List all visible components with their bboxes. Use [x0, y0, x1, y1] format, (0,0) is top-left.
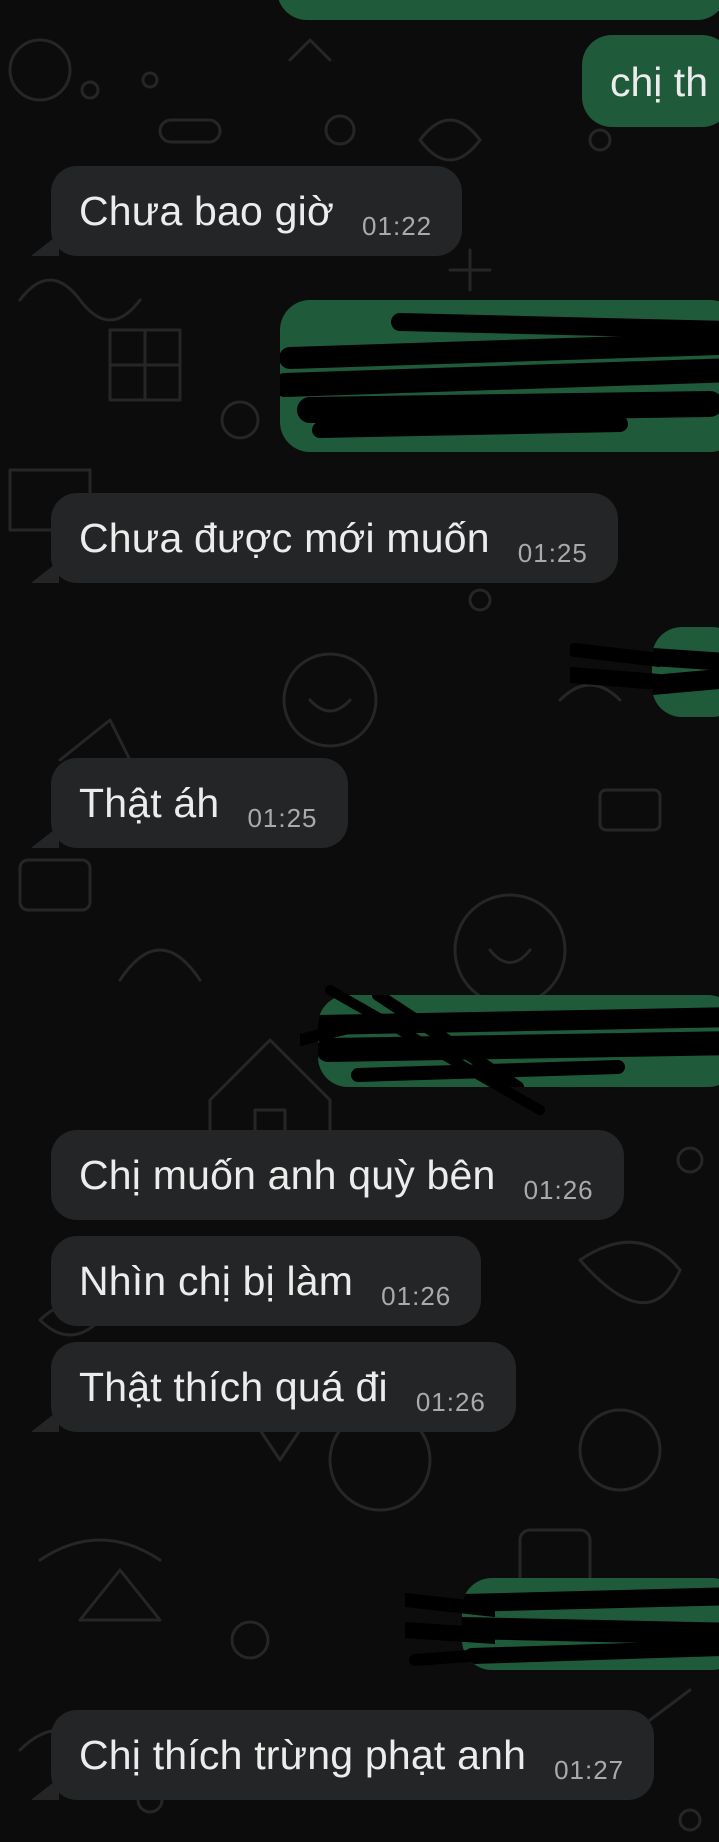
message-incoming[interactable]: Thật áh 01:25: [31, 758, 348, 848]
chat-wallpaper: [8, 38, 704, 1832]
message-incoming[interactable]: Nhìn chị bị làm 01:26: [51, 1236, 482, 1326]
message-text: Nhìn chị bị làm: [79, 1257, 354, 1304]
message-time: 01:22: [362, 210, 433, 241]
message-outgoing-partial[interactable]: [277, 0, 719, 20]
message-time: 01:26: [415, 1386, 486, 1417]
message-outgoing-redacted[interactable]: [652, 627, 719, 717]
message-text: Thật áh: [79, 779, 220, 826]
message-text: Chưa được mới muốn: [79, 514, 490, 561]
message-time: 01:26: [381, 1280, 452, 1311]
message-time: 01:25: [517, 537, 588, 568]
redaction-scribble: [300, 985, 545, 1115]
bubble-tail: [31, 234, 59, 256]
redaction-scribble: [405, 1593, 495, 1666]
redaction-scribble: [462, 1587, 719, 1664]
redaction-scribble: [570, 643, 660, 690]
bubble-tail: [31, 826, 59, 848]
bubble-tail: [31, 1778, 59, 1800]
message-incoming[interactable]: Chưa được mới muốn 01:25: [31, 493, 618, 583]
bubble-tail: [31, 1410, 59, 1432]
bubble-tail: [31, 561, 59, 583]
redaction-scribble: [652, 648, 719, 695]
message-outgoing-redacted[interactable]: [280, 300, 719, 452]
message-time: 01:27: [554, 1754, 625, 1785]
message-text: Thật thích quá đi: [79, 1363, 388, 1410]
message-text: Chị muốn anh quỳ bên: [79, 1151, 496, 1198]
message-incoming[interactable]: Chưa bao giờ 01:22: [31, 166, 463, 256]
message-incoming[interactable]: Chị thích trừng phạt anh 01:27: [31, 1710, 655, 1800]
message-text: Chị thích trừng phạt anh: [79, 1731, 527, 1778]
message-time: 01:26: [523, 1174, 594, 1205]
message-incoming[interactable]: Thật thích quá đi 01:26: [31, 1342, 516, 1432]
message-text: Chưa bao giờ: [79, 187, 335, 234]
message-text: chị th: [610, 59, 708, 105]
message-outgoing[interactable]: chị th: [582, 35, 719, 127]
redaction-scribble: [280, 313, 719, 438]
message-incoming[interactable]: Chị muốn anh quỳ bên 01:26: [51, 1130, 624, 1220]
message-time: 01:25: [247, 802, 318, 833]
message-outgoing-redacted[interactable]: [462, 1578, 719, 1670]
